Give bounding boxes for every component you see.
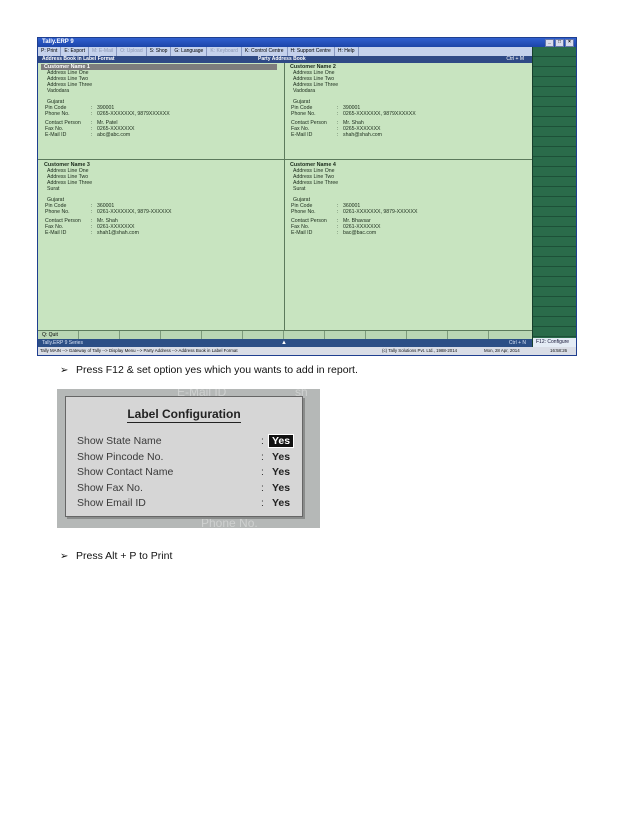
config-option-value-field[interactable]: Yes	[269, 451, 293, 463]
config-option-separator: :	[261, 450, 264, 463]
menu-item[interactable]: P: Print	[38, 47, 62, 56]
field-label: Phone No.	[291, 111, 316, 117]
menu-item[interactable]: M: E-Mail	[89, 47, 118, 56]
instruction-text: Press Alt + P to Print	[76, 550, 173, 562]
config-option-value-field[interactable]: Yes	[269, 482, 293, 494]
field-value: 0265-XXXXXXX, 9879XXXXXX	[97, 111, 170, 117]
field-label: E-Mail ID	[291, 132, 313, 138]
field-value: 0261-XXXXXXX, 9879-XXXXXX	[97, 209, 172, 215]
config-option-row: Show Contact Name: Yes	[77, 466, 297, 480]
config-option-separator: :	[261, 497, 264, 509]
config-option-row: Show Email ID: Yes	[77, 497, 297, 511]
field-label: Phone No.	[291, 209, 316, 215]
copyright-text: (c) Tally Solutions Pvt. Ltd., 1988-2014	[382, 348, 458, 353]
field-value: 0265-XXXXXXX, 9879XXXXXX	[343, 111, 416, 117]
tally-screenshot: Tally.ERP 9 _ □ × P: Print E: Export M: E-…	[37, 37, 577, 356]
path-bar: Tally MAIN --> Gateway of Tally --> Disp…	[38, 347, 576, 355]
menu-item[interactable]: K: Control Centre	[242, 47, 288, 56]
field-label: E-Mail ID	[45, 132, 67, 138]
customer-label-card[interactable]: Customer Name 1 Address Line One Address L…	[41, 64, 277, 138]
field-label: Phone No.	[45, 209, 70, 215]
grid-divider-vertical	[284, 63, 285, 338]
instruction-text: Press F12 & set option yes which you wan…	[76, 364, 358, 376]
report-title: Party Address Book	[258, 56, 306, 62]
report-subtitle: Address Book in Label Format	[42, 56, 115, 62]
menu-item[interactable]: E: Export	[61, 47, 89, 56]
field-label: E-Mail ID	[291, 230, 313, 236]
status-bar: Tally.ERP 9 Series ▲ Ctrl + N	[38, 339, 532, 347]
status-shortcut: Ctrl + N	[508, 340, 526, 346]
field-value: abc@abc.com	[97, 132, 131, 138]
minimize-icon[interactable]: _	[545, 39, 554, 47]
config-option-row: Show State Name: Yes	[77, 434, 297, 449]
field-row: E-Mail ID: abc@abc.com	[41, 132, 277, 138]
config-option-label: Show Pincode No.	[77, 450, 164, 463]
field-value: bac@bac.com	[343, 230, 377, 236]
menu-item[interactable]: H: Help	[335, 47, 359, 56]
report-shortcut: Ctrl + M	[506, 56, 524, 62]
config-option-value-field[interactable]: Yes	[267, 434, 295, 448]
window-controls: _ □ ×	[545, 39, 574, 47]
label-grid: Customer Name 1 Address Line One Address L…	[38, 63, 532, 338]
product-version: Tally.ERP 9 Series	[42, 340, 83, 346]
menu-item[interactable]: K: Keyboard	[207, 47, 242, 56]
background-field-label: Phone No.	[201, 516, 258, 528]
config-option-label: Show Email ID	[77, 497, 146, 509]
menu-item[interactable]: H: Support Centre	[288, 47, 335, 56]
config-option-row: Show Fax No.: Yes	[77, 482, 297, 496]
current-time: 16:58:26	[550, 348, 568, 353]
navigation-path: Tally MAIN --> Gateway of Tally --> Disp…	[40, 348, 238, 353]
customer-label-card[interactable]: Customer Name 2 Address Line One Address L…	[287, 64, 523, 138]
grid-divider-horizontal	[38, 159, 532, 160]
instruction-step-1: ➢ Press F12 & set option yes which you wa…	[60, 364, 358, 376]
config-option-separator: :	[261, 466, 264, 478]
menu-item[interactable]: O: Upload	[117, 47, 147, 56]
close-icon[interactable]: ×	[565, 39, 574, 47]
menu-item[interactable]: S: Shop	[147, 47, 172, 56]
field-value: 0261-XXXXXXX, 9879-XXXXXX	[343, 209, 418, 215]
dialog-title: Label Configuration	[127, 407, 241, 423]
report-header: Address Book in Label Format Party Addre…	[38, 56, 532, 63]
config-option-value-field[interactable]: Yes	[269, 466, 293, 478]
field-row: E-Mail ID: shah@shah.com	[287, 132, 523, 138]
caret-up-icon[interactable]: ▲	[281, 339, 287, 347]
field-row: E-Mail ID: shah1@shah.com	[41, 230, 277, 236]
field-label: E-Mail ID	[45, 230, 67, 236]
customer-label-card[interactable]: Customer Name 3 Address Line One Address L…	[41, 162, 277, 236]
quit-button[interactable]: Q: Quit	[38, 332, 58, 338]
config-option-label: Show Contact Name	[77, 466, 174, 478]
config-option-separator: :	[261, 481, 264, 494]
label-configuration-screenshot: E-Mail ID sh Phone No. Label Configurati…	[57, 389, 320, 528]
label-configuration-dialog: Label Configuration Show State Name: Yes S…	[65, 396, 303, 517]
current-date: Mon, 28 Apr, 2014	[484, 348, 520, 353]
bullet-arrow-icon: ➢	[60, 365, 69, 376]
field-value: shah@shah.com	[343, 132, 383, 138]
field-row: E-Mail ID: bac@bac.com	[287, 230, 523, 236]
maximize-icon[interactable]: □	[555, 39, 564, 47]
config-option-separator: :	[261, 435, 264, 447]
bullet-arrow-icon: ➢	[60, 551, 69, 562]
field-value: shah1@shah.com	[97, 230, 139, 236]
config-option-label: Show Fax No.	[77, 481, 143, 494]
tally-titlebar: Tally.ERP 9 _ □ ×	[38, 38, 576, 47]
configure-button[interactable]: F12: Configure	[533, 338, 576, 347]
field-label: Phone No.	[45, 111, 70, 117]
tally-title: Tally.ERP 9	[42, 39, 74, 45]
config-option-value-field[interactable]: Yes	[269, 497, 293, 509]
customer-label-card[interactable]: Customer Name 4 Address Line One Address L…	[287, 162, 523, 236]
menu-item[interactable]: G: Language	[171, 47, 208, 56]
instruction-step-2: ➢ Press Alt + P to Print	[60, 550, 172, 562]
config-option-row: Show Pincode No.: Yes	[77, 451, 297, 465]
right-button-panel: F12: Configure	[532, 47, 576, 347]
config-option-label: Show State Name	[77, 435, 162, 447]
